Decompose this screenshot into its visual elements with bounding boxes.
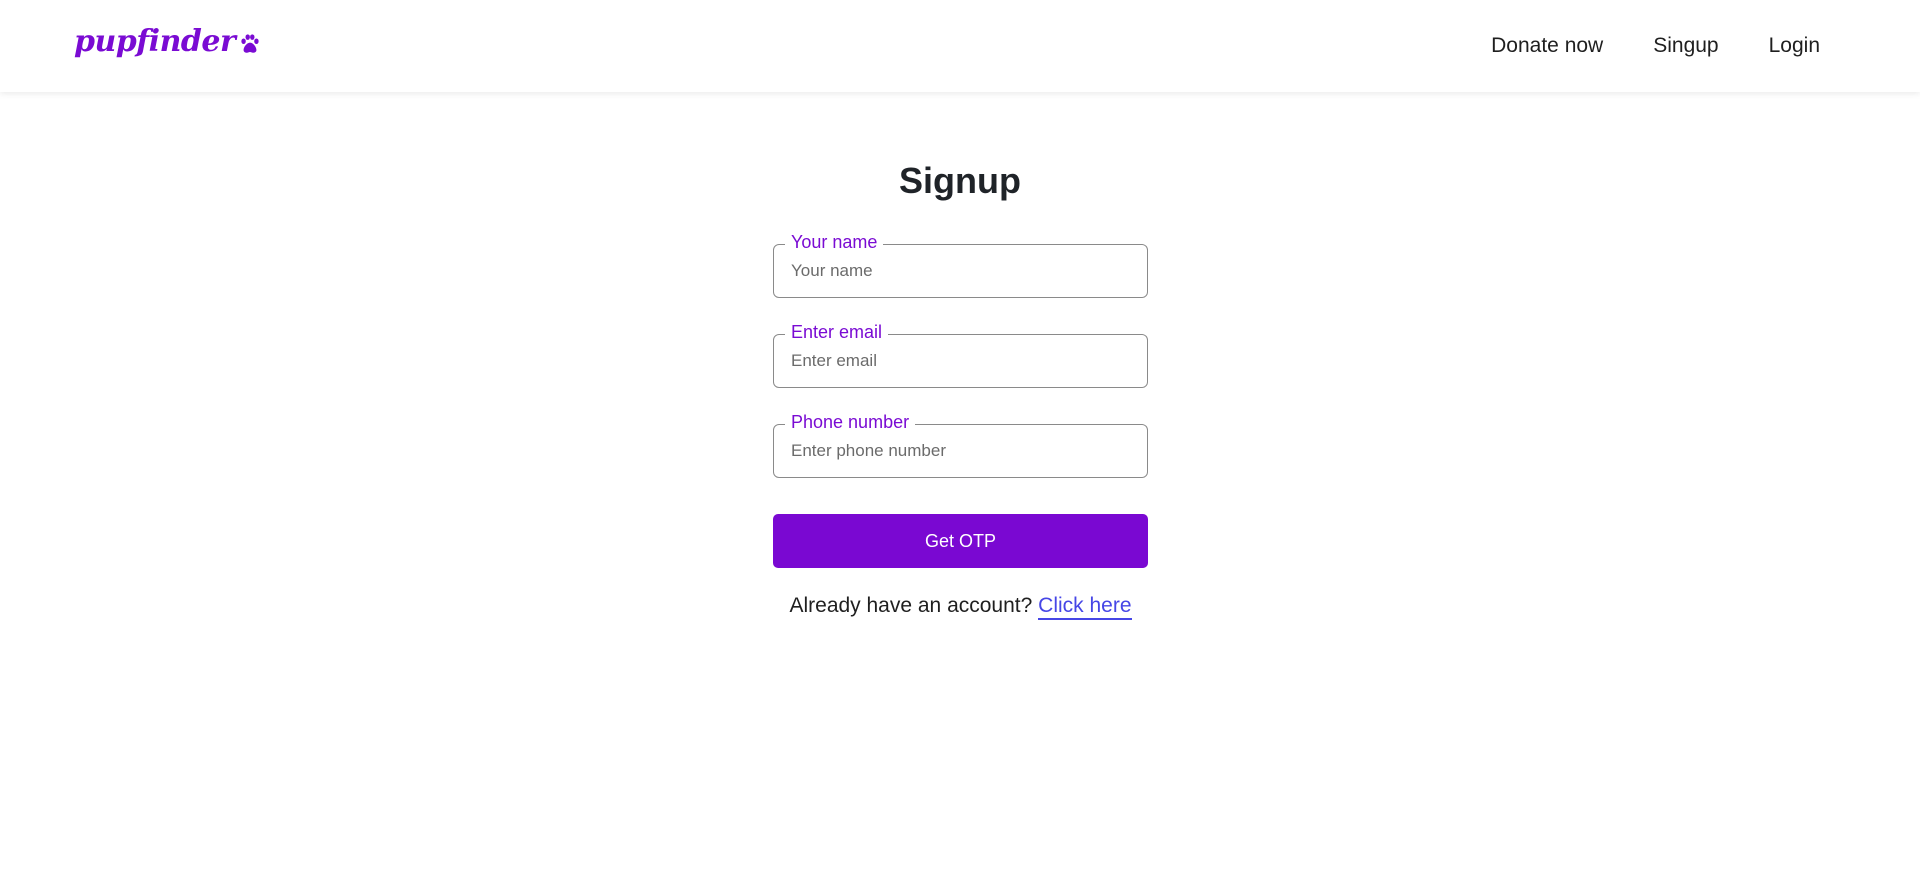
nav-signup[interactable]: Singup (1653, 34, 1718, 58)
login-link[interactable]: Click here (1038, 594, 1132, 620)
email-field-group: Enter email (773, 321, 1148, 388)
phone-field-group: Phone number (773, 411, 1148, 478)
paw-icon (241, 33, 259, 53)
phone-field-label: Phone number (785, 411, 916, 433)
brand-logo[interactable]: pupfinder (74, 24, 261, 59)
signup-form: Your name Enter email Phone number Get O… (773, 231, 1148, 620)
email-field-label: Enter email (785, 321, 889, 343)
main-nav: Donate now Singup Login (1491, 0, 1820, 92)
name-field-group: Your name (773, 231, 1148, 298)
brand-name: pupfinder (74, 24, 236, 59)
account-prompt-text: Already have an account? (789, 594, 1033, 617)
name-field-label: Your name (785, 231, 884, 253)
nav-donate-now[interactable]: Donate now (1491, 34, 1603, 58)
nav-login[interactable]: Login (1769, 34, 1820, 58)
get-otp-button[interactable]: Get OTP (773, 514, 1148, 568)
page-title: Signup (899, 160, 1021, 201)
login-prompt: Already have an account? Click here (773, 594, 1148, 620)
top-navbar: pupfinder Donate now Singup Login (0, 0, 1920, 92)
